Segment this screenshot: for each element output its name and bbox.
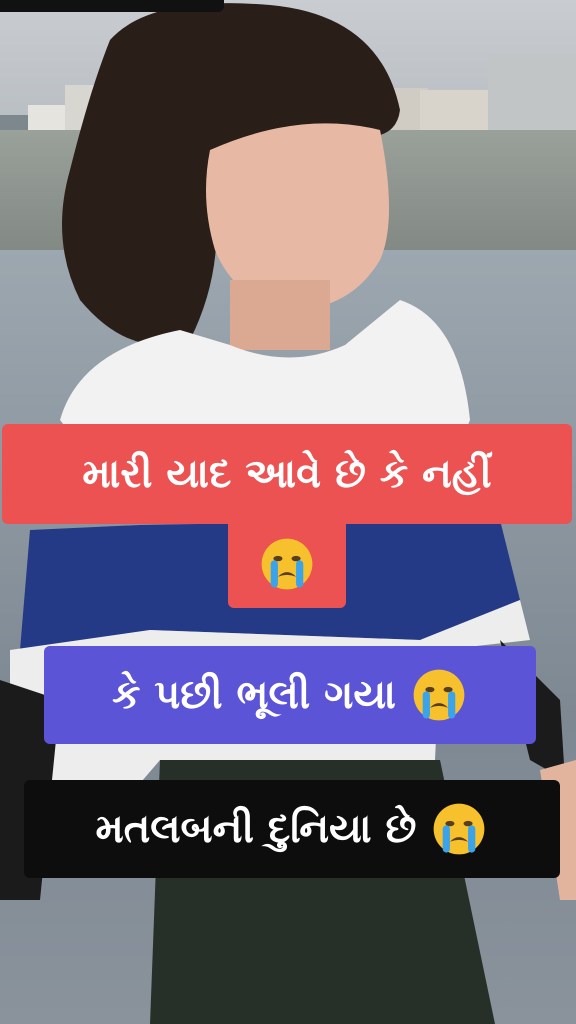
caption-line-3-text: મતલબની દુનિયા છે	[95, 806, 417, 852]
caption-line-3: મતલબની દુનિયા છે	[24, 780, 560, 878]
caption-line-1-emoji-box	[228, 520, 346, 608]
crying-face-icon	[261, 538, 313, 590]
caption-line-1-text: મારી યાદ આવે છે કે નહીં	[82, 451, 492, 497]
crying-face-icon	[413, 669, 465, 721]
status-overlay-bar	[0, 0, 224, 12]
caption-line-2: કે પછી ભૂલી ગયા	[44, 646, 536, 744]
crying-face-icon	[434, 803, 485, 855]
caption-line-1: મારી યાદ આવે છે કે નહીં	[2, 424, 572, 524]
caption-line-2-text: કે પછી ભૂલી ગયા	[112, 672, 396, 718]
